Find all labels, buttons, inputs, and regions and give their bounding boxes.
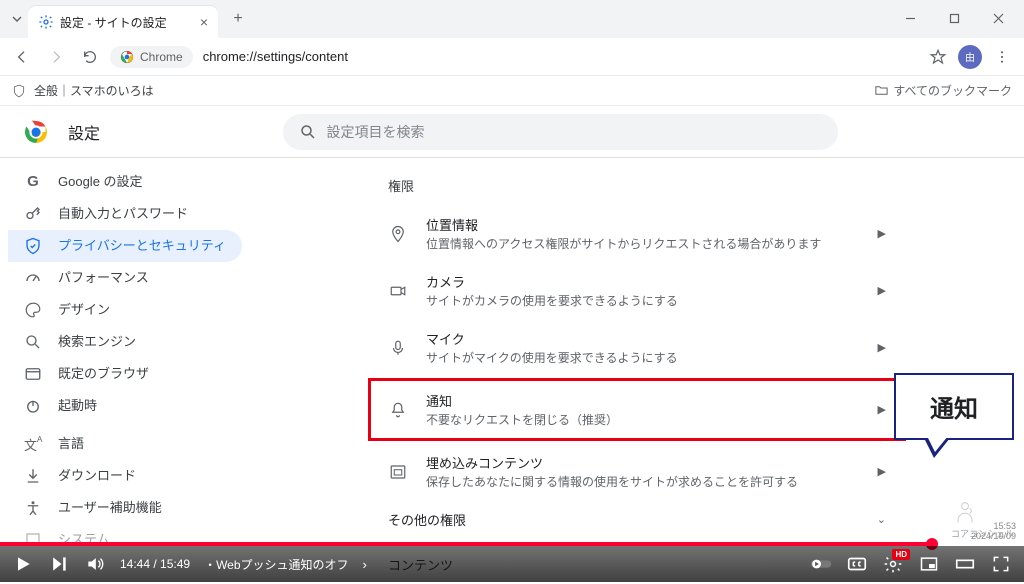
speedometer-icon <box>24 269 42 287</box>
site-chip[interactable]: Chrome <box>110 46 193 68</box>
key-icon <box>24 205 42 223</box>
chevron-down-icon: ⌄ <box>877 513 886 526</box>
close-icon[interactable]: × <box>200 14 208 30</box>
perm-row-other[interactable]: その他の権限 ⌄ <box>372 500 902 539</box>
star-icon[interactable] <box>924 43 952 71</box>
system-clock: 15:532024/10/09 <box>971 522 1016 542</box>
window-titlebar: 設定 - サイトの設定 × + <box>0 0 1024 38</box>
settings-sidebar: GGoogle の設定 自動入力とパスワード プライバシーとセキュリティ パフォ… <box>0 158 250 546</box>
all-bookmarks-label: すべてのブックマーク <box>893 82 1012 99</box>
sidebar-item-performance[interactable]: パフォーマンス <box>8 262 242 294</box>
sidebar-item-privacy[interactable]: プライバシーとセキュリティ <box>8 230 242 262</box>
sidebar-item-on-startup[interactable]: 起動時 <box>8 390 242 422</box>
chevron-right-icon: ▶ <box>878 284 886 297</box>
volume-button[interactable] <box>84 553 106 575</box>
sidebar-item-google[interactable]: GGoogle の設定 <box>8 166 242 198</box>
back-button[interactable] <box>8 43 36 71</box>
forward-button[interactable] <box>42 43 70 71</box>
chrome-icon <box>120 50 134 64</box>
embed-icon <box>388 463 408 481</box>
search-icon <box>24 333 42 351</box>
sidebar-item-default-browser[interactable]: 既定のブラウザ <box>8 358 242 390</box>
sidebar-item-accessibility[interactable]: ユーザー補助機能 <box>8 492 242 524</box>
play-button[interactable] <box>12 553 34 575</box>
power-icon <box>24 397 42 415</box>
highlight-box: 通知不要なリクエストを閉じる（推奨） ▶ <box>368 378 906 441</box>
tab-title: 設定 - サイトの設定 <box>60 14 194 31</box>
video-time: 14:44 / 15:49 <box>120 557 190 571</box>
accessibility-icon <box>24 499 42 517</box>
miniplayer-button[interactable] <box>918 553 940 575</box>
hd-badge: HD <box>892 549 910 560</box>
palette-icon <box>24 301 42 319</box>
browser-tab[interactable]: 設定 - サイトの設定 × <box>28 6 218 38</box>
menu-button[interactable] <box>988 43 1016 71</box>
shield-icon <box>24 237 42 255</box>
section-permissions: 権限 <box>372 172 902 205</box>
perm-row-microphone[interactable]: マイクサイトがマイクの使用を要求できるようにする ▶ <box>372 319 902 376</box>
search-icon <box>299 123 317 141</box>
new-tab-button[interactable]: + <box>224 5 252 33</box>
chip-label: Chrome <box>140 50 183 64</box>
url-text[interactable]: chrome://settings/content <box>203 49 918 64</box>
location-icon <box>388 225 408 243</box>
perm-row-notifications[interactable]: 通知不要なリクエストを閉じる（推奨） ▶ <box>372 381 902 438</box>
autoplay-toggle[interactable] <box>810 553 832 575</box>
callout-label: 通知 <box>930 396 978 423</box>
settings-button[interactable]: HD <box>882 553 904 575</box>
chevron-right-icon: ▶ <box>878 227 886 240</box>
window-close-button[interactable] <box>976 4 1020 32</box>
microphone-icon <box>388 339 408 357</box>
sidebar-item-search-engine[interactable]: 検索エンジン <box>8 326 242 358</box>
profile-avatar[interactable]: 由 <box>958 45 982 69</box>
video-chapter[interactable]: ・Webプッシュ通知のオフ <box>204 556 348 573</box>
browser-icon <box>24 365 42 383</box>
next-button[interactable] <box>48 553 70 575</box>
google-icon: G <box>24 173 42 191</box>
perm-row-camera[interactable]: カメラサイトがカメラの使用を要求できるようにする ▶ <box>372 262 902 319</box>
download-icon <box>24 467 42 485</box>
chrome-icon <box>24 120 48 144</box>
chevron-right-icon: ▶ <box>878 403 886 416</box>
perm-row-embedded[interactable]: 埋め込みコンテンツ保存したあなたに関する情報の使用をサイトが求めることを許可する… <box>372 443 902 500</box>
bookmarks-bar: 全般｜スマホのいろは すべてのブックマーク <box>0 76 1024 106</box>
gear-icon <box>38 14 54 30</box>
maximize-button[interactable] <box>932 4 976 32</box>
minimize-button[interactable] <box>888 4 932 32</box>
sidebar-item-appearance[interactable]: デザイン <box>8 294 242 326</box>
fullscreen-button[interactable] <box>990 553 1012 575</box>
camera-icon <box>388 282 408 300</box>
shield-icon <box>12 84 26 98</box>
sidebar-item-downloads[interactable]: ダウンロード <box>8 460 242 492</box>
tab-overflow-button[interactable] <box>6 14 28 24</box>
theater-button[interactable] <box>954 553 976 575</box>
bookmark-item[interactable]: 全般｜スマホのいろは <box>34 82 154 99</box>
settings-search-input[interactable]: 設定項目を検索 <box>283 114 838 150</box>
search-placeholder: 設定項目を検索 <box>327 122 425 142</box>
chevron-right-icon: › <box>363 557 367 572</box>
perm-row-location[interactable]: 位置情報位置情報へのアクセス権限がサイトからリクエストされる場合があります ▶ <box>372 205 902 262</box>
annotation-callout: 通知 <box>894 373 1014 440</box>
settings-title: 設定 <box>68 120 100 144</box>
chevron-right-icon: ▶ <box>878 465 886 478</box>
reload-button[interactable] <box>76 43 104 71</box>
video-player-controls: 14:44 / 15:49 ・Webプッシュ通知のオフ › HD <box>0 546 1024 582</box>
captions-button[interactable] <box>846 553 868 575</box>
bell-icon <box>388 401 408 419</box>
browser-toolbar: Chrome chrome://settings/content 由 <box>0 38 1024 76</box>
chevron-right-icon: ▶ <box>878 341 886 354</box>
settings-content: 権限 位置情報位置情報へのアクセス権限がサイトからリクエストされる場合があります… <box>250 158 1024 546</box>
sidebar-item-languages[interactable]: 文A言語 <box>8 428 242 460</box>
language-icon: 文A <box>24 435 42 453</box>
sidebar-item-autofill[interactable]: 自動入力とパスワード <box>8 198 242 230</box>
all-bookmarks-button[interactable]: すべてのブックマーク <box>874 82 1012 99</box>
settings-header: 設定 設定項目を検索 <box>0 106 1024 158</box>
